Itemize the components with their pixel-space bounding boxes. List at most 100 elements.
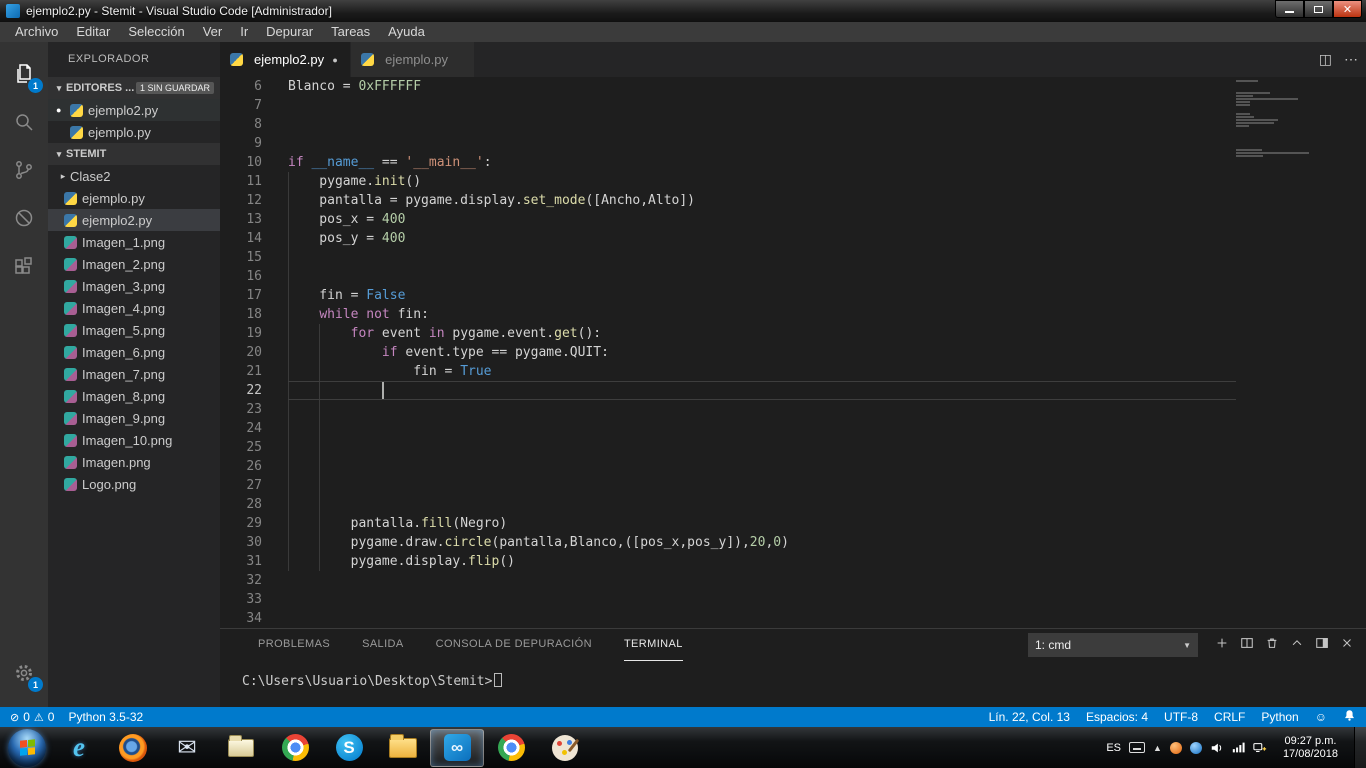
tray-app-icon-2[interactable] [1189, 741, 1202, 754]
file-imagen-7-png[interactable]: Imagen_7.png [48, 363, 220, 385]
line-number[interactable]: 27 [220, 476, 262, 495]
file-imagen-4-png[interactable]: Imagen_4.png [48, 297, 220, 319]
menu-archivo[interactable]: Archivo [6, 22, 67, 42]
line-number[interactable]: 32 [220, 571, 262, 590]
minimap[interactable] [1236, 80, 1336, 167]
line-number[interactable]: 25 [220, 438, 262, 457]
internet-explorer-icon[interactable] [52, 729, 106, 767]
file-imagen-2-png[interactable]: Imagen_2.png [48, 253, 220, 275]
file-imagen-6-png[interactable]: Imagen_6.png [48, 341, 220, 363]
code-line[interactable]: fin = True [288, 362, 1366, 381]
file-logo-png[interactable]: Logo.png [48, 473, 220, 495]
paint-icon[interactable] [538, 729, 592, 767]
file-imagen-3-png[interactable]: Imagen_3.png [48, 275, 220, 297]
activitybar-search[interactable] [0, 98, 48, 146]
close-button[interactable]: ✕ [1333, 0, 1362, 18]
terminal-picker[interactable]: 1: cmd ▼ [1028, 633, 1198, 657]
maximize-button[interactable] [1304, 0, 1333, 18]
line-number[interactable]: 15 [220, 248, 262, 267]
new-terminal-icon[interactable] [1215, 636, 1229, 655]
code-line[interactable] [288, 115, 1366, 134]
line-number[interactable]: 34 [220, 609, 262, 628]
language-indicator[interactable]: ES [1106, 742, 1121, 754]
code-line[interactable] [288, 571, 1366, 590]
code-line[interactable]: pos_y = 400 [288, 229, 1366, 248]
code-line[interactable] [288, 267, 1366, 286]
start-button[interactable] [8, 728, 46, 767]
open-editor-ejemplo-py[interactable]: ejemplo.py [48, 121, 220, 143]
line-number[interactable]: 20 [220, 343, 262, 362]
visual-studio-code-icon[interactable] [430, 728, 484, 767]
line-number[interactable]: 26 [220, 457, 262, 476]
panel-layout-icon[interactable] [1315, 636, 1329, 655]
file-ejemplo-py[interactable]: ejemplo.py [48, 187, 220, 209]
clock[interactable]: 09:27 p.m. 17/08/2018 [1275, 735, 1346, 761]
code-line[interactable]: for event in pygame.event.get(): [288, 324, 1366, 343]
code-line[interactable] [288, 438, 1366, 457]
open-editor-ejemplo2-py[interactable]: ● ejemplo2.py [48, 99, 220, 121]
line-number[interactable]: 16 [220, 267, 262, 286]
code-line[interactable] [288, 400, 1366, 419]
file-imagen-9-png[interactable]: Imagen_9.png [48, 407, 220, 429]
line-number[interactable]: 30 [220, 533, 262, 552]
terminal[interactable]: C:\Users\Usuario\Desktop\Stemit> [220, 661, 1366, 690]
chrome-icon[interactable] [268, 729, 322, 767]
volume-icon[interactable] [1210, 741, 1224, 755]
activitybar-source-control[interactable] [0, 146, 48, 194]
python-version[interactable]: Python 3.5-32 [68, 710, 143, 724]
problems-indicator[interactable]: ⊘ 0 ⚠ 0 [10, 710, 54, 724]
code-line[interactable]: pantalla = pygame.display.set_mode([Anch… [288, 191, 1366, 210]
panel-tab-salida[interactable]: SALIDA [362, 629, 404, 661]
maximize-panel-icon[interactable] [1290, 636, 1304, 655]
show-hidden-icons[interactable]: ▲ [1153, 743, 1162, 753]
activitybar-extensions[interactable] [0, 242, 48, 290]
file-clase2[interactable]: ▸ Clase2 [48, 165, 220, 187]
network-icon[interactable] [1253, 741, 1267, 755]
open-editors-header[interactable]: ▾ EDITORES ... 1 SIN GUARDAR [48, 77, 220, 99]
menu-depurar[interactable]: Depurar [257, 22, 322, 42]
file-imagen-8-png[interactable]: Imagen_8.png [48, 385, 220, 407]
split-terminal-icon[interactable] [1240, 636, 1254, 655]
more-actions-icon[interactable]: ⋯ [1344, 51, 1358, 68]
line-number[interactable]: 7 [220, 96, 262, 115]
menu-ayuda[interactable]: Ayuda [379, 22, 434, 42]
split-editor-icon[interactable]: ◫ [1319, 51, 1332, 68]
code-line[interactable] [288, 381, 1366, 400]
line-number[interactable]: 17 [220, 286, 262, 305]
line-number[interactable]: 13 [220, 210, 262, 229]
line-number[interactable]: 9 [220, 134, 262, 153]
line-number[interactable]: 23 [220, 400, 262, 419]
code-line[interactable]: fin = False [288, 286, 1366, 305]
line-number[interactable]: 31 [220, 552, 262, 571]
mail-icon[interactable] [160, 729, 214, 767]
notifications-icon[interactable] [1343, 709, 1356, 725]
menu-ir[interactable]: Ir [231, 22, 257, 42]
line-number[interactable]: 29 [220, 514, 262, 533]
line-number[interactable]: 6 [220, 77, 262, 96]
tray-app-icon-1[interactable] [1169, 741, 1182, 754]
code-line[interactable] [288, 590, 1366, 609]
menu-ver[interactable]: Ver [194, 22, 232, 42]
kill-terminal-icon[interactable] [1265, 636, 1279, 655]
code-line[interactable]: Blanco = 0xFFFFFF [288, 77, 1366, 96]
code-line[interactable]: pantalla.fill(Negro) [288, 514, 1366, 533]
line-number[interactable]: 18 [220, 305, 262, 324]
close-panel-icon[interactable] [1340, 636, 1354, 655]
file-imagen-1-png[interactable]: Imagen_1.png [48, 231, 220, 253]
code-line[interactable]: pygame.draw.circle(pantalla,Blanco,([pos… [288, 533, 1366, 552]
line-number[interactable]: 14 [220, 229, 262, 248]
code-line[interactable] [288, 419, 1366, 438]
line-number[interactable]: 21 [220, 362, 262, 381]
libraries-icon[interactable] [214, 729, 268, 767]
code-line[interactable] [288, 495, 1366, 514]
encoding[interactable]: UTF-8 [1164, 710, 1198, 724]
chrome-2-icon[interactable] [484, 729, 538, 767]
code-line[interactable]: pygame.init() [288, 172, 1366, 191]
line-number[interactable]: 10 [220, 153, 262, 172]
file-imagen-5-png[interactable]: Imagen_5.png [48, 319, 220, 341]
panel-tab-consola-de-depuracion[interactable]: CONSOLA DE DEPURACIÓN [436, 629, 592, 661]
code-line[interactable] [288, 134, 1366, 153]
code-line[interactable]: pygame.display.flip() [288, 552, 1366, 571]
file-explorer-icon[interactable] [376, 729, 430, 767]
code-line[interactable]: while not fin: [288, 305, 1366, 324]
